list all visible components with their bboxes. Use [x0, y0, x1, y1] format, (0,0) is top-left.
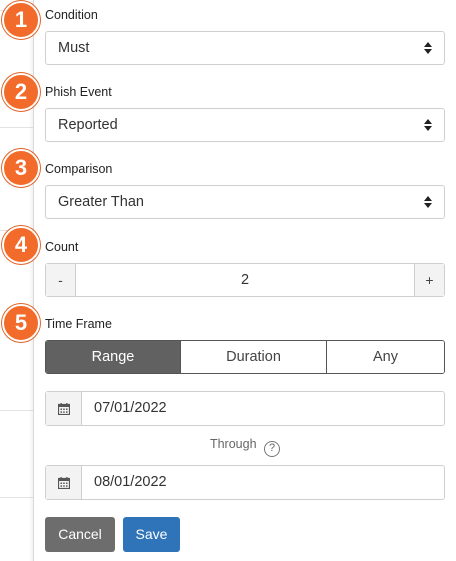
caret-up-down-icon — [424, 42, 432, 54]
start-date-value[interactable]: 07/01/2022 — [82, 392, 167, 425]
any-option[interactable]: Any — [327, 341, 444, 373]
step-badge-5: 5 — [2, 304, 40, 342]
phish-event-label: Phish Event — [45, 85, 112, 99]
cancel-button[interactable]: Cancel — [45, 517, 115, 552]
comparison-label: Comparison — [45, 162, 113, 176]
save-button[interactable]: Save — [123, 517, 180, 552]
caret-up-down-icon — [424, 119, 432, 131]
comparison-value: Greater Than — [58, 194, 144, 210]
increment-button[interactable]: + — [414, 264, 444, 296]
step-badge-3: 3 — [2, 149, 40, 187]
through-label: Through — [209, 437, 257, 451]
count-label: Count — [45, 240, 79, 254]
count-stepper: - 2 + — [45, 263, 445, 297]
calendar-icon — [57, 402, 70, 415]
through-row: Through ? — [0, 437, 456, 457]
calendar-icon[interactable] — [46, 392, 82, 425]
help-circle-icon[interactable]: ? — [264, 441, 281, 457]
count-input[interactable]: 2 — [76, 264, 414, 296]
condition-label: Condition — [45, 8, 98, 22]
duration-option[interactable]: Duration — [180, 341, 327, 373]
phish-event-select[interactable]: Reported — [45, 108, 445, 142]
phish-event-value: Reported — [58, 117, 118, 133]
step-badge-4: 4 — [2, 226, 40, 264]
range-option[interactable]: Range — [46, 341, 180, 373]
calendar-icon — [57, 476, 70, 489]
condition-select[interactable]: Must — [45, 31, 445, 65]
condition-value: Must — [58, 40, 90, 56]
decrement-button[interactable]: - — [46, 264, 76, 296]
step-badge-1: 1 — [2, 1, 40, 39]
end-date-value[interactable]: 08/01/2022 — [82, 466, 167, 499]
caret-up-down-icon — [424, 196, 432, 208]
end-date-field[interactable]: 08/01/2022 — [45, 465, 445, 500]
start-date-field[interactable]: 07/01/2022 — [45, 391, 445, 426]
time-frame-toggle: Range Duration Any — [45, 340, 445, 374]
time-frame-label: Time Frame — [45, 317, 112, 331]
comparison-select[interactable]: Greater Than — [45, 185, 445, 219]
calendar-icon[interactable] — [46, 466, 82, 499]
step-badge-2: 2 — [2, 73, 40, 111]
